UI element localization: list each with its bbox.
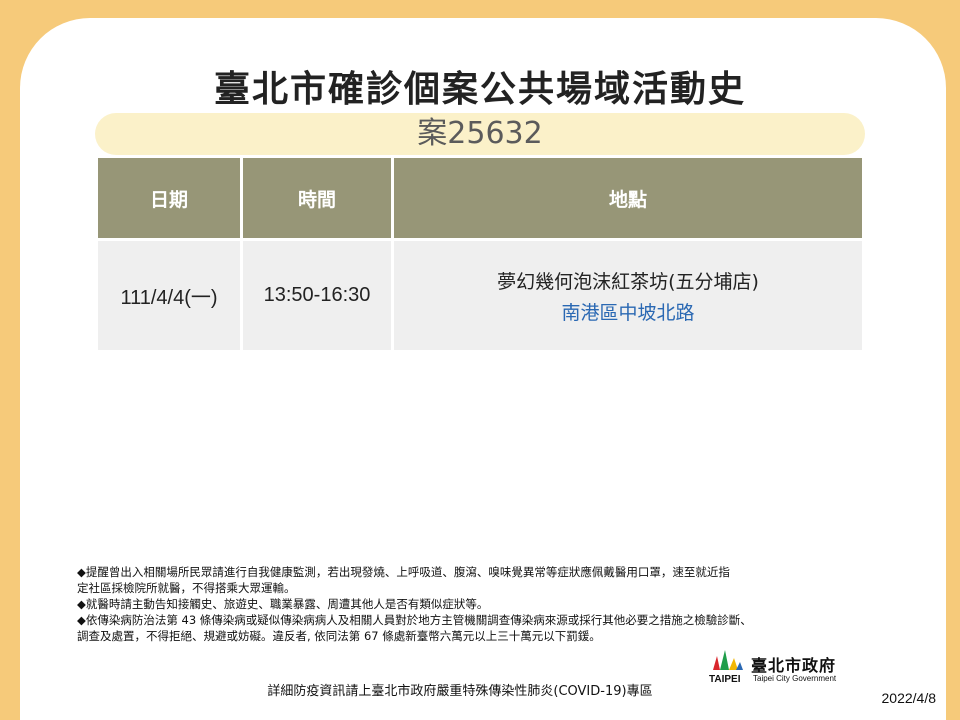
- logo-chinese-text: 臺北市政府: [751, 656, 837, 675]
- page-title: 臺北市確診個案公共場域活動史: [213, 69, 746, 110]
- notes-section: ◆提醒曾出入相關場所民眾請進行自我健康監測，若出現發燒、上呼吸道、腹瀉、嗅味覺異…: [77, 564, 907, 644]
- note-item: ◆提醒曾出入相關場所民眾請進行自我健康監測，若出現發燒、上呼吸道、腹瀉、嗅味覺異…: [77, 564, 907, 596]
- activity-table: 日期 時間 地點 111/4/4(一) 13:50-16:30 夢幻幾何泡沫紅茶…: [95, 155, 865, 353]
- place-name: 夢幻幾何泡沫紅茶坊(五分埔店): [497, 270, 759, 293]
- cell-time: 13:50-16:30: [243, 241, 391, 350]
- note-text: 依傳染病防治法第 43 條傳染病或疑似傳染病病人及相關人員對於地方主管機關調查傳…: [77, 613, 752, 643]
- header-date: 日期: [98, 158, 240, 238]
- note-item: ◆就醫時請主動告知接觸史、旅遊史、職業暴露、周遭其他人是否有類似症狀等。: [77, 596, 907, 612]
- case-number-banner: 案25632: [95, 113, 865, 155]
- note-text: 就醫時請主動告知接觸史、旅遊史、職業暴露、周遭其他人是否有類似症狀等。: [85, 597, 489, 611]
- diamond-bullet-icon: ◆: [77, 565, 86, 579]
- header-place: 地點: [394, 158, 862, 238]
- taipei-emblem-icon: [713, 650, 743, 670]
- table-row: 111/4/4(一) 13:50-16:30 夢幻幾何泡沫紅茶坊(五分埔店) 南…: [98, 241, 862, 350]
- note-text: 提醒曾出入相關場所民眾請進行自我健康監測，若出現發燒、上呼吸道、腹瀉、嗅味覺異常…: [77, 565, 730, 595]
- header-time: 時間: [243, 158, 391, 238]
- footer-info-text: 詳細防疫資訊請上臺北市政府嚴重特殊傳染性肺炎(COVID-19)專區: [267, 684, 653, 699]
- publish-date: 2022/4/8: [881, 690, 937, 706]
- table-header-row: 日期 時間 地點: [98, 158, 862, 238]
- note-item: ◆依傳染病防治法第 43 條傳染病或疑似傳染病病人及相關人員對於地方主管機關調查…: [77, 612, 907, 644]
- diamond-bullet-icon: ◆: [77, 613, 86, 627]
- cell-date: 111/4/4(一): [98, 241, 240, 350]
- diamond-bullet-icon: ◆: [77, 597, 86, 611]
- cell-place: 夢幻幾何泡沫紅茶坊(五分埔店) 南港區中坡北路: [394, 241, 862, 350]
- place-address: 南港區中坡北路: [561, 301, 695, 324]
